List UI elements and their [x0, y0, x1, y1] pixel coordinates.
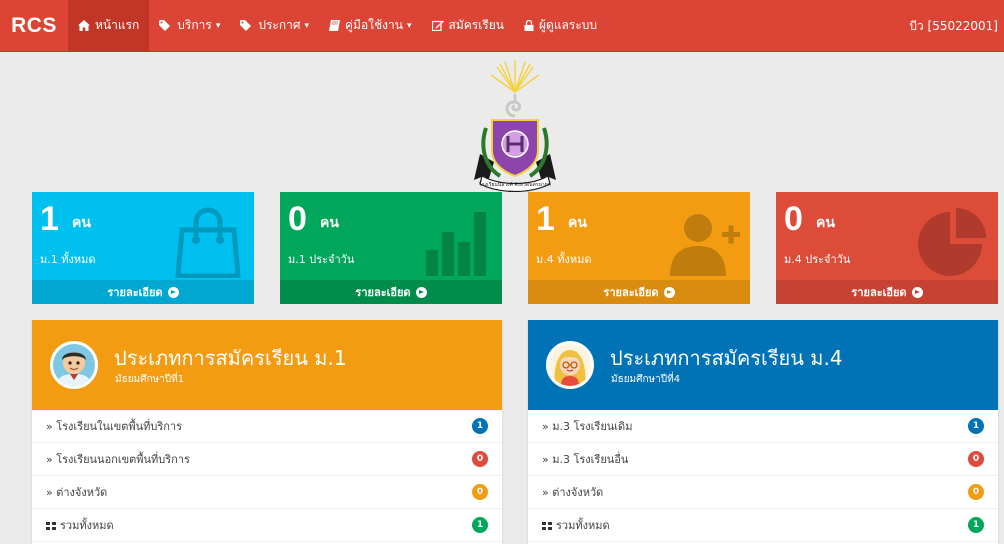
count-badge: 1: [472, 418, 488, 434]
edit-icon: [431, 20, 444, 31]
user-menu[interactable]: บีว [55022001]: [909, 0, 998, 52]
tile-details-link[interactable]: รายละเอียด: [776, 280, 998, 304]
tile-label: ม.4 ประจำวัน: [784, 253, 851, 266]
count-badge: 1: [968, 517, 984, 533]
panel-subtitle: มัธยมศึกษาปีที่4: [611, 374, 681, 385]
bar-chart-icon: [426, 212, 486, 276]
total-row-label-wrap: รวมทั้งหมด: [46, 516, 114, 534]
nav-manual-label: คู่มือใช้งาน: [345, 18, 403, 32]
th-large-icon: [542, 522, 552, 530]
tile-details-link[interactable]: รายละเอียด: [528, 280, 750, 304]
tile-unit: คน: [568, 215, 587, 231]
user-add-icon: [670, 214, 740, 276]
tile-value: 1: [536, 200, 555, 238]
tile-label: ม.1 ประจำวัน: [288, 253, 355, 266]
nav-announcements-label: ประกาศ: [258, 18, 301, 32]
top-navbar: RCS หน้าแรก บริการ ▾ ประกาศ ▾ คู่มือใช้ง…: [0, 0, 1004, 52]
panel-header: ประเภทการสมัครเรียน ม.4 มัธยมศึกษาปีที่4: [528, 320, 998, 410]
count-badge: 1: [472, 517, 488, 533]
arrow-circle-right-icon: [415, 286, 427, 298]
list-item-label: » ต่างจังหวัด: [542, 486, 604, 499]
list-item[interactable]: » ต่างจังหวัด 0: [32, 476, 502, 509]
svg-text:โรงเรียนนิลวงศ์ จังหวัดนครนายก: โรงเรียนนิลวงศ์ จังหวัดนครนายก: [479, 181, 550, 188]
tile-details-label: รายละเอียด: [851, 286, 907, 299]
count-badge: 0: [472, 451, 488, 467]
th-large-icon: [46, 522, 56, 530]
tile-details-label: รายละเอียด: [107, 286, 163, 299]
chevron-down-icon: ▾: [215, 20, 221, 31]
tile-unit: คน: [72, 215, 91, 231]
nav-admin-label: ผู้ดูแลระบบ: [539, 18, 598, 32]
tag-icon: [240, 20, 253, 31]
nav-register[interactable]: สมัครเรียน: [422, 0, 515, 52]
stat-tile-m4-daily: 0 คน ม.4 ประจำวัน รายละเอียด: [776, 192, 998, 304]
nav-admin[interactable]: ผู้ดูแลระบบ: [514, 0, 607, 52]
nav-home-label: หน้าแรก: [95, 18, 140, 32]
book-icon: [329, 20, 341, 31]
nav-home[interactable]: หน้าแรก: [68, 0, 150, 52]
school-emblem: โรงเรียนนิลวงศ์ จังหวัดนครนายก: [470, 58, 560, 193]
girl-avatar: [546, 341, 594, 389]
count-badge: 0: [968, 451, 984, 467]
total-row-label-wrap: รวมทั้งหมด: [542, 516, 610, 534]
tile-unit: คน: [320, 215, 339, 231]
panel-header: ประเภทการสมัครเรียน ม.1 มัธยมศึกษาปีที่1: [32, 320, 502, 410]
stat-tile-m1-daily: 0 คน ม.1 ประจำวัน รายละเอียด: [280, 192, 502, 304]
list-item-label: » ม.3 โรงเรียนเดิม: [542, 420, 633, 433]
tile-value: 1: [40, 200, 59, 238]
tile-label: ม.4 ทั้งหมด: [536, 253, 592, 266]
count-badge: 0: [968, 484, 984, 500]
tile-label: ม.1 ทั้งหมด: [40, 253, 96, 266]
list-item-total[interactable]: รวมทั้งหมด 1: [32, 509, 502, 542]
shopping-bag-icon: [175, 207, 241, 278]
panel-m1-registration-types: ประเภทการสมัครเรียน ม.1 มัธยมศึกษาปีที่1…: [32, 320, 502, 544]
list-item-total[interactable]: รวมทั้งหมด 1: [528, 509, 998, 542]
boy-avatar: [50, 341, 98, 389]
tag-icon: [159, 20, 172, 31]
arrow-circle-right-icon: [663, 286, 675, 298]
panel-subtitle: มัธยมศึกษาปีที่1: [115, 374, 185, 385]
list-item[interactable]: » ม.3 โรงเรียนเดิม 1: [528, 410, 998, 443]
pie-chart-icon: [918, 208, 986, 276]
list-item-label: รวมทั้งหมด: [60, 519, 114, 532]
stat-tile-m1-total: 1 คน ม.1 ทั้งหมด รายละเอียด: [32, 192, 254, 304]
list-item[interactable]: » ม.3 โรงเรียนอื่น 0: [528, 443, 998, 476]
arrow-circle-right-icon: [167, 286, 179, 298]
panel-m4-registration-types: ประเภทการสมัครเรียน ม.4 มัธยมศึกษาปีที่4…: [528, 320, 998, 544]
lock-icon: [524, 20, 534, 31]
list-item-label: » โรงเรียนในเขตพื้นที่บริการ: [46, 420, 183, 433]
list-item[interactable]: » ต่างจังหวัด 0: [528, 476, 998, 509]
tile-value: 0: [784, 200, 803, 238]
tile-value: 0: [288, 200, 307, 238]
panel-title: ประเภทการสมัครเรียน ม.1: [114, 346, 347, 370]
nav-register-label: สมัครเรียน: [448, 18, 505, 32]
list-item-label: » โรงเรียนนอกเขตพื้นที่บริการ: [46, 453, 190, 466]
tile-details-link[interactable]: รายละเอียด: [280, 280, 502, 304]
chevron-down-icon: ▾: [406, 20, 412, 31]
tile-unit: คน: [816, 215, 835, 231]
chevron-down-icon: ▾: [304, 20, 310, 31]
nav-manual[interactable]: คู่มือใช้งาน ▾: [319, 0, 421, 52]
panel-title: ประเภทการสมัครเรียน ม.4: [610, 346, 843, 370]
list-item[interactable]: » โรงเรียนในเขตพื้นที่บริการ 1: [32, 410, 502, 443]
list-item-label: » ต่างจังหวัด: [46, 486, 108, 499]
nav-announcements[interactable]: ประกาศ ▾: [230, 0, 319, 52]
count-badge: 0: [472, 484, 488, 500]
nav-services[interactable]: บริการ ▾: [149, 0, 230, 52]
arrow-circle-right-icon: [911, 286, 923, 298]
home-icon: [78, 20, 90, 31]
list-item-label: รวมทั้งหมด: [556, 519, 610, 532]
tile-details-label: รายละเอียด: [355, 286, 411, 299]
nav-services-label: บริการ: [177, 18, 212, 32]
list-item-label: » ม.3 โรงเรียนอื่น: [542, 453, 629, 466]
brand-logo[interactable]: RCS: [0, 0, 68, 52]
stat-tile-m4-total: 1 คน ม.4 ทั้งหมด รายละเอียด: [528, 192, 750, 304]
tile-details-label: รายละเอียด: [603, 286, 659, 299]
tile-details-link[interactable]: รายละเอียด: [32, 280, 254, 304]
count-badge: 1: [968, 418, 984, 434]
list-item[interactable]: » โรงเรียนนอกเขตพื้นที่บริการ 0: [32, 443, 502, 476]
